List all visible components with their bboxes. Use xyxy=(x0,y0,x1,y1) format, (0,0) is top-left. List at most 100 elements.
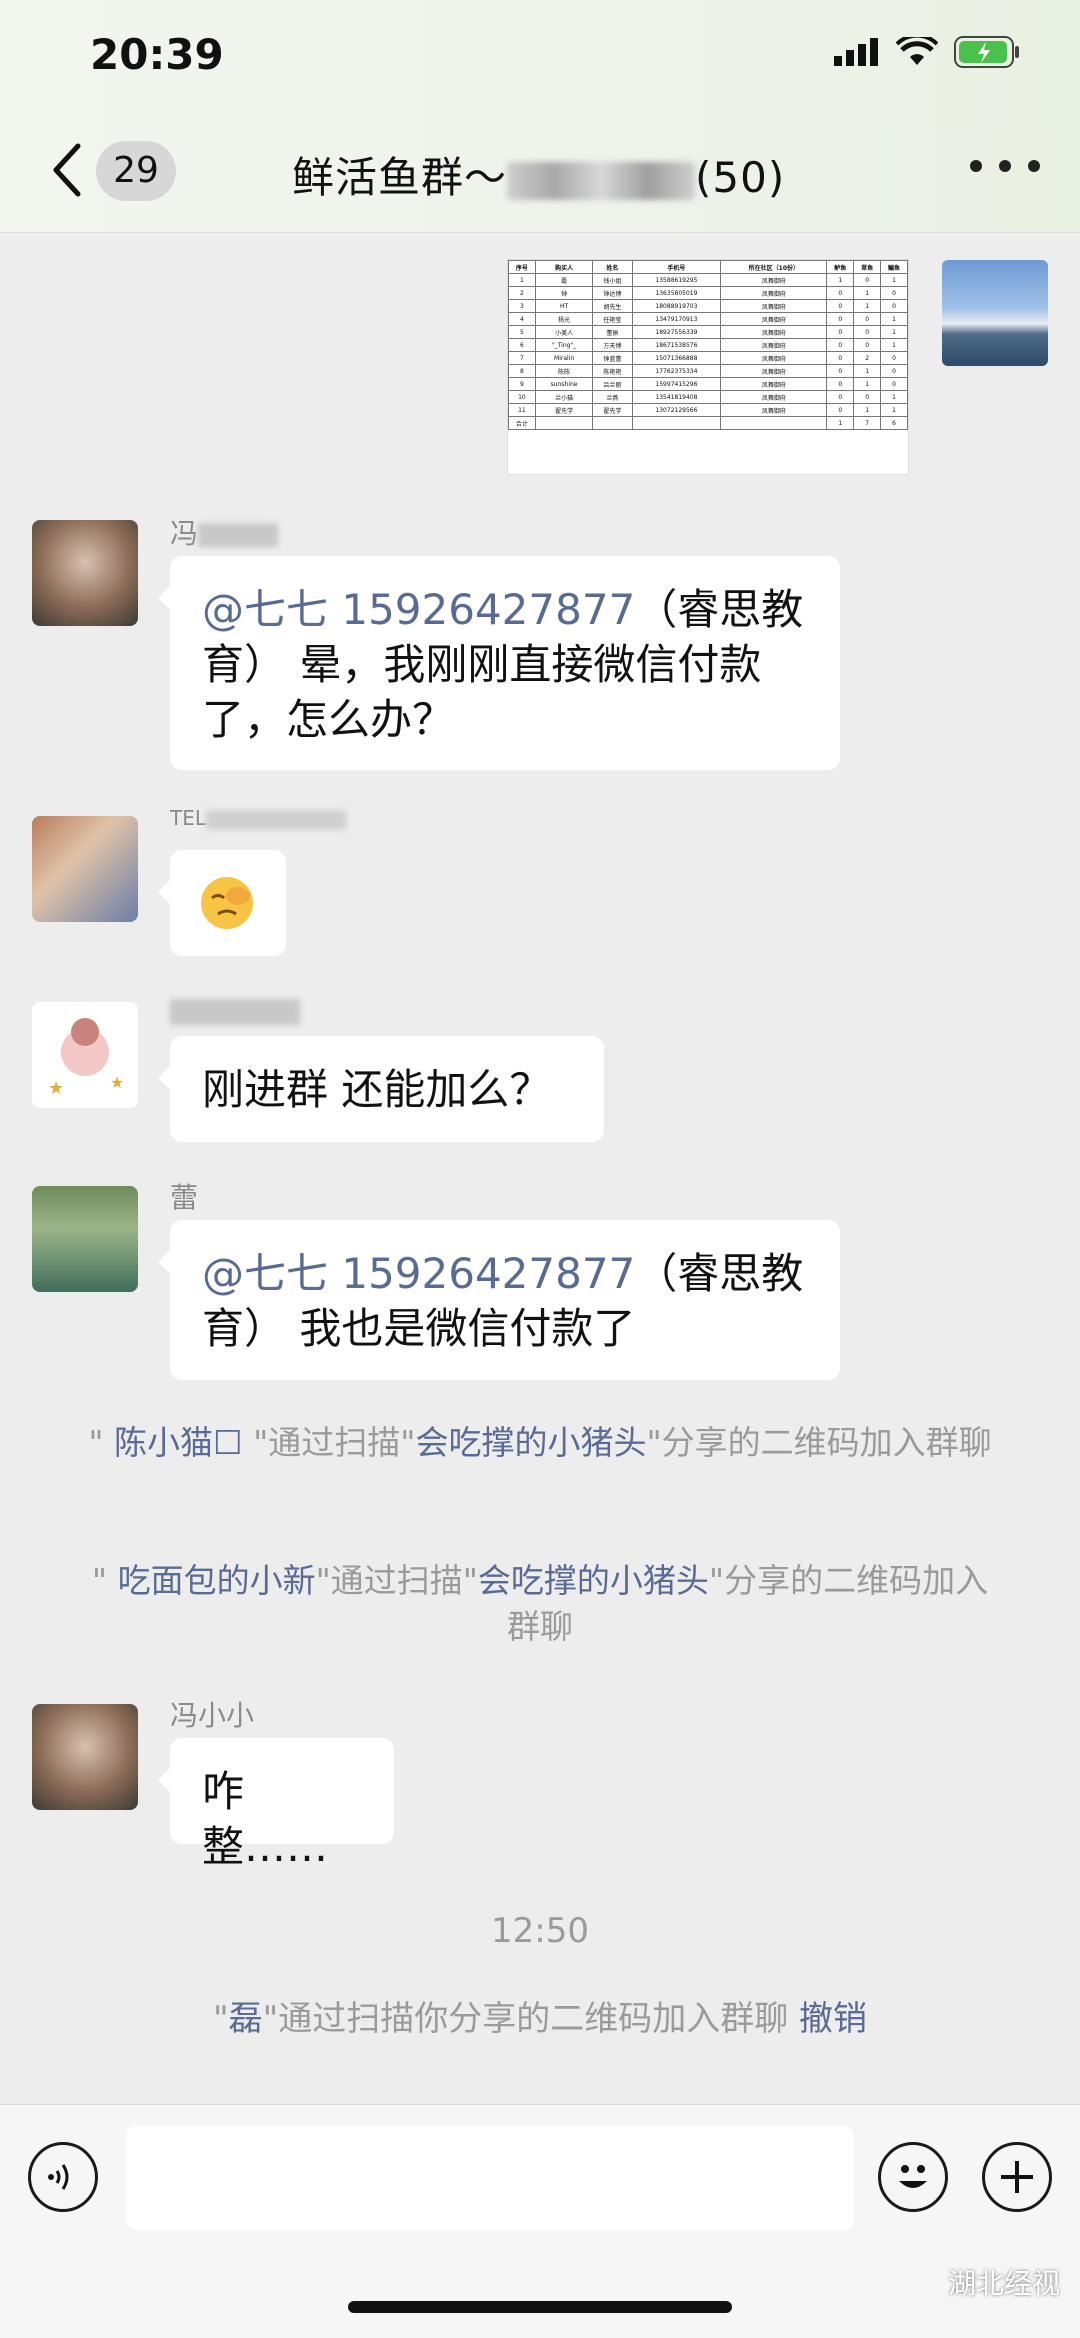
unread-count-badge[interactable]: 29 xyxy=(96,141,176,201)
facepalm-emoji-icon xyxy=(201,877,253,929)
table-cell: 鲈鱼 xyxy=(826,260,855,274)
table-cell: 1 xyxy=(880,325,908,339)
emoji-picker-icon[interactable] xyxy=(878,2142,948,2212)
mention[interactable]: @七七 15926427877 xyxy=(202,1249,635,1298)
table-cell: 钟达博 xyxy=(592,286,633,300)
table-cell: 18671538576 xyxy=(631,338,722,352)
voice-input-icon[interactable] xyxy=(28,2142,98,2212)
svg-text:★: ★ xyxy=(48,1078,64,1099)
table-cell: 翟先学 xyxy=(592,403,633,417)
table-cell: 0 xyxy=(853,312,882,326)
table-cell: 18927556339 xyxy=(631,325,722,339)
table-cell: 1 xyxy=(826,273,855,287)
table-cell: 鳊鱼 xyxy=(880,260,908,274)
table-cell: HT xyxy=(534,299,594,313)
table-cell: 1 xyxy=(880,338,908,352)
table-row: 3 HT 胡先生 18088919703 凤舞御府 0 1 0 xyxy=(508,299,908,313)
table-cell: 凤舞御府 xyxy=(720,338,828,352)
table-cell xyxy=(534,416,594,430)
message-bubble[interactable]: @七七 15926427877（睿思教育） 晕，我刚刚直接微信付款了，怎么办？ xyxy=(158,556,840,770)
table-row: 4 杨光 任艳莹 13479170913 凤舞御府 0 0 1 xyxy=(508,312,908,326)
table-cell: 4 xyxy=(508,312,536,326)
system-notice-join: "磊"通过扫描你分享的二维码加入群聊 撤销 xyxy=(212,1999,868,2039)
table-cell: 7 xyxy=(853,416,882,430)
table-cell: 小美人 xyxy=(534,325,594,339)
table-cell: 翟先学 xyxy=(534,403,594,417)
table-cell: 15997415296 xyxy=(631,377,722,391)
table-row: 9 sunshine 吕兰丽 15997415296 凤舞御府 0 1 0 xyxy=(508,377,908,391)
inviter-name[interactable]: 会吃撑的小猪头 xyxy=(478,1561,709,1600)
table-cell: 1 xyxy=(826,416,855,430)
message-bubble[interactable]: 刚进群 还能加么？ xyxy=(158,1036,604,1142)
table-cell: 凤舞御府 xyxy=(720,403,828,417)
table-cell: 1 xyxy=(880,403,908,417)
table-cell: 凤舞御府 xyxy=(720,351,828,365)
table-cell: 3 xyxy=(508,299,536,313)
spreadsheet-image-message[interactable]: 序号 购买人 姓名 手机号 所在社区（10份） 鲈鱼 草鱼 鳊鱼 1 磊钱小姐 1358861929… xyxy=(508,260,908,474)
table-cell: 0 xyxy=(880,364,908,378)
status-icons xyxy=(834,36,1020,68)
table-cell: 0 xyxy=(826,364,855,378)
table-cell: 0 xyxy=(826,312,855,326)
system-notice-join: " 陈小猫☐ "通过扫描"会吃撑的小猪头"分享的二维码加入群聊 xyxy=(88,1423,992,1462)
table-cell: 1 xyxy=(880,390,908,404)
sender-nickname: 冯 xyxy=(170,512,279,552)
avatar[interactable] xyxy=(32,1186,138,1292)
table-cell: 0 xyxy=(826,377,855,391)
table-cell: 陈陈 xyxy=(534,364,594,378)
avatar[interactable]: ★ ★ xyxy=(32,1002,138,1108)
order-table: 序号 购买人 姓名 手机号 所在社区（10份） 鲈鱼 草鱼 鳊鱼 1 磊钱小姐 1358861929… xyxy=(508,260,908,430)
table-cell: 手机号 xyxy=(631,260,722,274)
add-attachment-icon[interactable] xyxy=(982,2142,1052,2212)
table-cell: 姓名 xyxy=(592,260,633,274)
table-cell: 兰小猫 xyxy=(534,390,594,404)
member-name[interactable]: 吃面包的小新 xyxy=(118,1561,316,1600)
table-cell: 0 xyxy=(853,338,882,352)
sender-nickname: 冯小小 xyxy=(170,1699,255,1732)
table-cell: 0 xyxy=(826,351,855,365)
table-cell: 0 xyxy=(826,325,855,339)
message-bubble[interactable]: @七七 15926427877（睿思教育） 我也是微信付款了 xyxy=(158,1220,840,1380)
message-text: 刚进群 还能加么？ xyxy=(202,1065,552,1114)
table-row: 1 磊钱小姐 13588619295 凤舞御府 1 0 1 xyxy=(508,273,908,287)
table-cell: 0 xyxy=(826,338,855,352)
avatar[interactable] xyxy=(32,816,138,922)
table-cell: 凤舞御府 xyxy=(720,364,828,378)
timestamp: 12:50 xyxy=(491,1911,589,1951)
table-cell: 0 xyxy=(826,299,855,313)
table-cell xyxy=(720,416,828,430)
table-cell: 1 xyxy=(880,273,908,287)
table-cell: 凤舞御府 xyxy=(720,325,828,339)
avatar[interactable] xyxy=(32,1704,138,1810)
emoji-message-bubble[interactable] xyxy=(158,850,286,956)
table-cell xyxy=(592,416,633,430)
table-cell: 合计 xyxy=(508,416,536,430)
table-cell: 11 xyxy=(508,403,536,417)
back-chevron-icon[interactable] xyxy=(48,140,88,200)
table-cell: 7 xyxy=(508,351,536,365)
table-cell: 0 xyxy=(826,390,855,404)
mention[interactable]: @七七 15926427877 xyxy=(202,585,635,634)
message-input[interactable] xyxy=(126,2126,854,2230)
table-row: 7 Miralin 钟蓝蕾 15071366888 凤舞御府 0 2 0 xyxy=(508,351,908,365)
revoke-link[interactable]: 撤销 xyxy=(799,1999,867,2039)
chat-header: 20:39 29 鲜活鱼群～ (50) xyxy=(0,0,1080,233)
inviter-name[interactable]: 会吃撑的小猪头 xyxy=(415,1423,646,1462)
table-cell: 1 xyxy=(853,286,882,300)
message-bubble[interactable]: 咋整…… xyxy=(158,1738,394,1871)
table-cell: 陈艳艳 xyxy=(592,364,633,378)
member-name[interactable]: 磊 xyxy=(229,1999,263,2039)
chat-title: 鲜活鱼群～ (50) xyxy=(292,144,785,205)
table-row: 11 翟先学 翟先学 13072129566 凤舞御府 0 1 1 xyxy=(508,403,908,417)
chat-title-prefix: 鲜活鱼群～ xyxy=(292,153,508,202)
blurred-group-name xyxy=(507,161,696,200)
sender-avatar-photo[interactable] xyxy=(942,260,1048,366)
table-cell: 1 xyxy=(853,299,882,313)
table-cell: 5 xyxy=(508,325,536,339)
avatar[interactable] xyxy=(32,520,138,626)
more-options-icon[interactable] xyxy=(970,160,1040,174)
member-name[interactable]: 陈小猫☐ xyxy=(114,1423,243,1462)
watermark: 湖北经视 xyxy=(947,2267,1060,2300)
table-cell: 13479170913 xyxy=(631,312,722,326)
cartoon-avatar-icon: ★ ★ xyxy=(48,1018,124,1099)
